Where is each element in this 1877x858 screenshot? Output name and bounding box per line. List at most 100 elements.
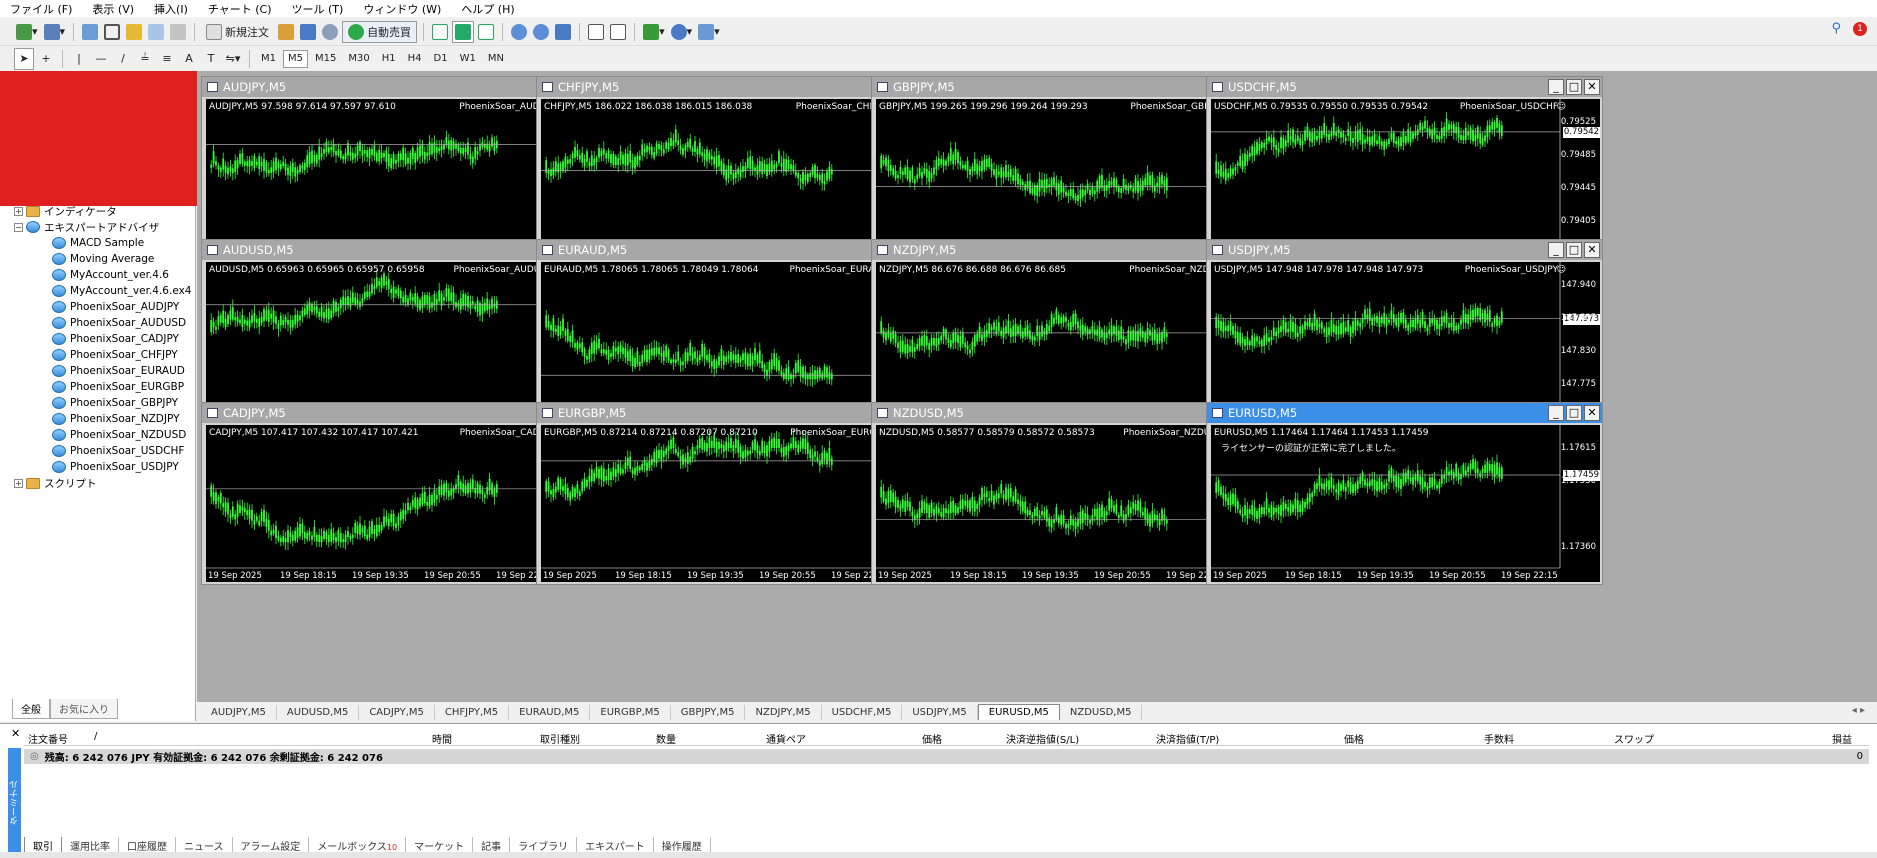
- tree-scripts[interactable]: + スクリプト: [14, 475, 194, 491]
- timeframe-m15[interactable]: M15: [310, 50, 341, 68]
- navigator-button[interactable]: [124, 21, 144, 43]
- timeframe-d1[interactable]: D1: [429, 50, 453, 68]
- autoscroll-button[interactable]: [608, 21, 628, 43]
- col-commission[interactable]: 手数料: [1484, 731, 1514, 746]
- terminal-tab[interactable]: 口座履歴: [119, 837, 176, 853]
- col-volume[interactable]: 数量: [656, 731, 676, 746]
- col-sl[interactable]: 決済逆指値(S/L): [1006, 731, 1079, 746]
- nav-tab-favorites[interactable]: お気に入り: [50, 699, 118, 719]
- chart-titlebar[interactable]: USDJPY,M5 _ □ ✕: [1207, 240, 1602, 260]
- arrows-button[interactable]: ⇋▾: [223, 48, 243, 70]
- new-chart-button[interactable]: ▾: [14, 21, 40, 43]
- minimize-button[interactable]: _: [1548, 405, 1564, 421]
- chart-tab[interactable]: GBPJPY,M5: [671, 704, 746, 720]
- tree-experts[interactable]: − エキスパートアドバイザ: [14, 219, 194, 235]
- chart-tab[interactable]: NZDUSD,M5: [1060, 704, 1143, 720]
- col-time[interactable]: 時間: [432, 731, 452, 746]
- expert-item[interactable]: MyAccount_ver.4.6.ex4: [14, 283, 194, 299]
- close-icon[interactable]: ✕: [11, 727, 20, 740]
- close-button[interactable]: ✕: [1584, 242, 1600, 258]
- col-type[interactable]: 取引種別: [540, 731, 580, 746]
- chart-tab[interactable]: AUDUSD,M5: [277, 704, 360, 720]
- expert-item[interactable]: PhoenixSoar_NZDJPY: [14, 411, 194, 427]
- chart-tab[interactable]: USDCHF,M5: [822, 704, 903, 720]
- terminal-tab[interactable]: マーケット: [406, 837, 474, 853]
- chart-window[interactable]: USDJPY,M5 _ □ ✕ USDJPY,M5 147.948 147.978 14…: [1206, 239, 1603, 422]
- expand-icon[interactable]: +: [14, 206, 23, 216]
- chart-plot[interactable]: USDJPY,M5 147.948 147.978 147.948 147.97…: [1211, 262, 1600, 419]
- expert-item[interactable]: PhoenixSoar_USDJPY: [14, 459, 194, 475]
- line-chart-button[interactable]: [476, 21, 496, 43]
- menu-tools[interactable]: ツール (T): [292, 1, 344, 17]
- terminal-tab[interactable]: 取引: [24, 837, 62, 853]
- terminal-tab[interactable]: メールボックス10: [309, 837, 407, 853]
- balance-row[interactable]: ◎ 残高: 6 242 076 JPY 有効証拠金: 6 242 076 余剰証…: [24, 749, 1869, 764]
- chart-tab[interactable]: EURUSD,M5: [977, 704, 1060, 720]
- terminal-tab[interactable]: ニュース: [176, 837, 233, 853]
- close-button[interactable]: ✕: [1584, 405, 1600, 421]
- col-order[interactable]: 注文番号: [28, 731, 68, 746]
- templates-button[interactable]: ▾: [696, 21, 722, 43]
- fibonacci-button[interactable]: ≡: [157, 48, 177, 70]
- horizontal-line-button[interactable]: —: [91, 48, 111, 70]
- market-button[interactable]: [320, 21, 340, 43]
- zoom-in-button[interactable]: [509, 21, 529, 43]
- close-button[interactable]: ✕: [1584, 79, 1600, 95]
- search-icon[interactable]: ⚲: [1831, 21, 1841, 36]
- meta-editor-button[interactable]: [276, 21, 296, 43]
- timeframe-h4[interactable]: H4: [403, 50, 427, 68]
- periods-button[interactable]: ▾: [669, 21, 695, 43]
- candlestick-button[interactable]: [452, 20, 475, 43]
- timeframe-w1[interactable]: W1: [455, 50, 481, 68]
- chart-window[interactable]: EURUSD,M5 _ □ ✕ EURUSD,M5 1.17464 1.17464 1.…: [1206, 402, 1603, 585]
- expand-icon[interactable]: +: [14, 478, 23, 488]
- chart-plot[interactable]: EURUSD,M5 1.17464 1.17464 1.17453 1.1745…: [1211, 425, 1600, 582]
- menu-view[interactable]: 表示 (V): [92, 1, 134, 17]
- expert-item[interactable]: PhoenixSoar_NZDUSD: [14, 427, 194, 443]
- menu-charts[interactable]: チャート (C): [208, 1, 272, 17]
- chart-window[interactable]: USDCHF,M5 _ □ ✕ USDCHF,M5 0.79535 0.79550 0.…: [1206, 76, 1603, 259]
- chart-shift-button[interactable]: [586, 21, 606, 43]
- new-order-button[interactable]: 新規注文: [201, 21, 274, 43]
- expert-item[interactable]: MyAccount_ver.4.6: [14, 267, 194, 283]
- menu-help[interactable]: ヘルプ (H): [461, 1, 514, 17]
- col-price[interactable]: 価格: [922, 731, 942, 746]
- terminal-tab[interactable]: アラーム設定: [233, 837, 310, 853]
- timeframe-m5[interactable]: M5: [283, 49, 308, 68]
- expert-item[interactable]: PhoenixSoar_EURAUD: [14, 363, 194, 379]
- chart-tab[interactable]: CHFJPY,M5: [435, 704, 510, 720]
- terminal-tab[interactable]: ライブラリ: [510, 837, 578, 853]
- signals-button[interactable]: [298, 21, 318, 43]
- tester-button[interactable]: [168, 21, 188, 43]
- chart-tab[interactable]: AUDJPY,M5: [201, 704, 277, 720]
- terminal-button[interactable]: [146, 21, 166, 43]
- maximize-button[interactable]: □: [1566, 242, 1582, 258]
- minimize-button[interactable]: _: [1548, 242, 1564, 258]
- crosshair-button[interactable]: +: [36, 48, 56, 70]
- expert-item[interactable]: MACD Sample: [14, 235, 194, 251]
- chart-tab[interactable]: CADJPY,M5: [359, 704, 435, 720]
- terminal-tab[interactable]: エキスパート: [577, 837, 654, 853]
- collapse-icon[interactable]: −: [14, 222, 23, 232]
- expert-item[interactable]: PhoenixSoar_GBPJPY: [14, 395, 194, 411]
- data-window-button[interactable]: [102, 21, 122, 43]
- text-button[interactable]: A: [179, 48, 199, 70]
- menu-window[interactable]: ウィンドウ (W): [363, 1, 441, 17]
- notification-badge[interactable]: 1: [1853, 21, 1867, 36]
- timeframe-mn[interactable]: MN: [483, 50, 509, 68]
- profiles-button[interactable]: ▾: [42, 21, 68, 43]
- col-symbol[interactable]: 通貨ペア: [766, 731, 806, 746]
- vertical-line-button[interactable]: |: [69, 48, 89, 70]
- chart-tab[interactable]: USDJPY,M5: [902, 704, 978, 720]
- terminal-tab[interactable]: 運用比率: [62, 837, 119, 853]
- maximize-button[interactable]: □: [1566, 79, 1582, 95]
- expert-item[interactable]: PhoenixSoar_AUDUSD: [14, 315, 194, 331]
- expert-item[interactable]: PhoenixSoar_USDCHF: [14, 443, 194, 459]
- maximize-button[interactable]: □: [1566, 405, 1582, 421]
- minimize-button[interactable]: _: [1548, 79, 1564, 95]
- chart-plot[interactable]: USDCHF,M5 0.79535 0.79550 0.79535 0.7954…: [1211, 99, 1600, 256]
- auto-trading-button[interactable]: 自動売買: [342, 20, 418, 43]
- col-price2[interactable]: 価格: [1344, 731, 1364, 746]
- chart-titlebar[interactable]: USDCHF,M5 _ □ ✕: [1207, 77, 1602, 97]
- expert-item[interactable]: PhoenixSoar_CADJPY: [14, 331, 194, 347]
